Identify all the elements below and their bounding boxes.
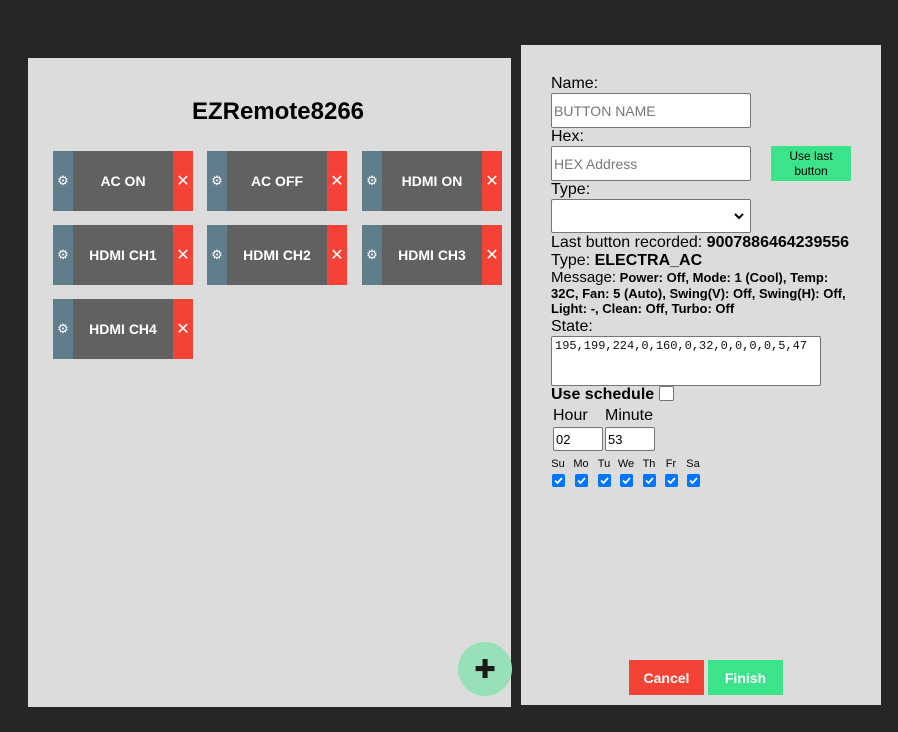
type-info-label: Type: xyxy=(551,252,591,269)
delete-icon[interactable]: ✕ xyxy=(327,151,347,211)
type-info-value: ELECTRA_AC xyxy=(594,252,703,269)
remote-button-hdmi-ch4: ⚙ HDMI CH4 ✕ xyxy=(53,299,193,359)
edit-button-form: Name: BUTTON NAME Hex: HEX Address Use l… xyxy=(521,45,881,705)
use-schedule-label: Use schedule xyxy=(551,386,655,403)
app-title: EZRemote8266 xyxy=(191,98,365,125)
day-checkbox[interactable] xyxy=(664,474,678,487)
day-checkbox[interactable] xyxy=(574,474,588,487)
hex-label: Hex: xyxy=(551,128,584,145)
day-fr: Fr xyxy=(661,458,681,487)
remote-button-hdmi-on: ⚙ HDMI ON ✕ xyxy=(362,151,502,211)
delete-icon[interactable]: ✕ xyxy=(173,151,193,211)
gear-icon[interactable]: ⚙ xyxy=(53,299,73,359)
delete-icon[interactable]: ✕ xyxy=(173,225,193,285)
hour-input[interactable]: 02 xyxy=(553,427,603,451)
name-label: Name: xyxy=(551,75,599,92)
day-label: Mo xyxy=(573,458,589,470)
day-sa: Sa xyxy=(683,458,703,487)
type-select[interactable] xyxy=(551,199,751,233)
day-checkbox[interactable] xyxy=(642,474,656,487)
delete-icon[interactable]: ✕ xyxy=(482,225,502,285)
hex-input[interactable]: HEX Address xyxy=(551,146,751,181)
day-th: Th xyxy=(639,458,659,487)
remote-button-label[interactable]: HDMI CH3 xyxy=(382,225,482,285)
cancel-button[interactable]: Cancel xyxy=(629,660,704,695)
gear-icon[interactable]: ⚙ xyxy=(362,225,382,285)
day-label: Su xyxy=(551,458,565,470)
delete-icon[interactable]: ✕ xyxy=(482,151,502,211)
day-mo: Mo xyxy=(571,458,591,487)
type-label: Type: xyxy=(551,181,591,198)
state-textarea[interactable]: 195,199,224,0,160,0,32,0,0,0,0,5,47 xyxy=(551,336,821,386)
message-label: Message: xyxy=(551,269,617,286)
day-label: We xyxy=(617,458,635,470)
state-label: State: xyxy=(551,318,593,335)
use-schedule-checkbox[interactable] xyxy=(659,386,674,401)
day-label: Fr xyxy=(665,458,677,470)
delete-icon[interactable]: ✕ xyxy=(173,299,193,359)
gear-icon[interactable]: ⚙ xyxy=(207,225,227,285)
day-checkbox[interactable] xyxy=(551,474,565,487)
type-info-row: Type: ELECTRA_AC xyxy=(551,252,702,270)
remote-button-hdmi-ch3: ⚙ HDMI CH3 ✕ xyxy=(362,225,502,285)
day-label: Tu xyxy=(597,458,611,470)
remote-panel: EZRemote8266 ⚙ AC ON ✕ ⚙ AC OFF ✕ ⚙ HDMI… xyxy=(28,58,512,707)
delete-icon[interactable]: ✕ xyxy=(327,225,347,285)
day-tu: Tu xyxy=(594,458,614,487)
chevron-down-icon xyxy=(734,213,744,220)
remote-button-hdmi-ch1: ⚙ HDMI CH1 ✕ xyxy=(53,225,193,285)
day-checkbox[interactable] xyxy=(597,474,611,487)
day-checkbox[interactable] xyxy=(686,474,700,487)
minute-input[interactable]: 53 xyxy=(605,427,655,451)
remote-button-label[interactable]: AC ON xyxy=(73,151,173,211)
finish-button[interactable]: Finish xyxy=(708,660,783,695)
remote-button-label[interactable]: HDMI CH4 xyxy=(73,299,173,359)
minute-label: Minute xyxy=(605,407,654,424)
remote-button-label[interactable]: HDMI ON xyxy=(382,151,482,211)
name-input[interactable]: BUTTON NAME xyxy=(551,93,751,128)
last-recorded-row: Last button recorded: 9007886464239556 xyxy=(551,234,849,252)
day-label: Sa xyxy=(686,458,700,470)
message-block: Message: Power: Off, Mode: 1 (Cool), Tem… xyxy=(551,270,853,317)
day-we: We xyxy=(616,458,636,487)
remote-button-label[interactable]: AC OFF xyxy=(227,151,327,211)
gear-icon[interactable]: ⚙ xyxy=(207,151,227,211)
hour-label: Hour xyxy=(553,407,588,424)
remote-button-label[interactable]: HDMI CH1 xyxy=(73,225,173,285)
gear-icon[interactable]: ⚙ xyxy=(53,225,73,285)
day-checkbox[interactable] xyxy=(619,474,633,487)
day-label: Th xyxy=(642,458,656,470)
last-recorded-value: 9007886464239556 xyxy=(706,234,850,251)
use-last-button[interactable]: Use last button xyxy=(771,146,851,181)
remote-button-ac-on: ⚙ AC ON ✕ xyxy=(53,151,193,211)
remote-button-ac-off: ⚙ AC OFF ✕ xyxy=(207,151,347,211)
day-su: Su xyxy=(548,458,568,487)
remote-button-label[interactable]: HDMI CH2 xyxy=(227,225,327,285)
remote-button-hdmi-ch2: ⚙ HDMI CH2 ✕ xyxy=(207,225,347,285)
gear-icon[interactable]: ⚙ xyxy=(53,151,73,211)
last-recorded-label: Last button recorded: xyxy=(551,234,703,251)
gear-icon[interactable]: ⚙ xyxy=(362,151,382,211)
add-button-icon[interactable]: ✚ xyxy=(458,642,512,696)
